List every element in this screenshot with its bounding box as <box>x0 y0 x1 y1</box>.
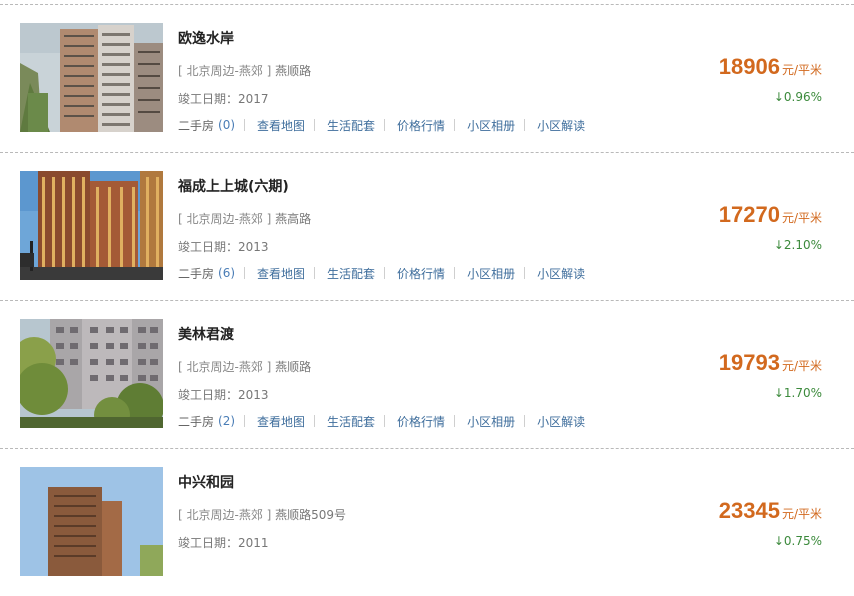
community-review-link[interactable]: 小区解读 <box>537 413 585 430</box>
community-name[interactable]: 欧逸水岸 <box>178 28 234 48</box>
price-unit: 元/平米 <box>781 211 822 225</box>
amenities-link[interactable]: 生活配套 <box>327 117 375 134</box>
community-photo[interactable] <box>20 467 163 576</box>
price-unit: 元/平米 <box>781 359 822 373</box>
view-map-link[interactable]: 查看地图 <box>257 413 305 430</box>
link-separator <box>384 119 386 131</box>
link-separator <box>524 267 526 279</box>
view-map-link[interactable]: 查看地图 <box>257 117 305 134</box>
link-separator <box>454 267 456 279</box>
completion-label: 竣工日期： <box>178 92 239 106</box>
community-name[interactable]: 中兴和园 <box>178 472 234 492</box>
address-label: 燕高路 <box>275 212 312 226</box>
price-trend-link[interactable]: 价格行情 <box>397 117 445 134</box>
action-links: 二手房 (2) 查看地图 生活配套 价格行情 小区相册 小区解读 <box>178 413 585 429</box>
photo-album-link[interactable]: 小区相册 <box>467 265 515 282</box>
second-hand-count[interactable]: (2) <box>218 414 235 428</box>
community-location: [ 北京周边-燕郊 ] 燕顺路 <box>178 358 311 375</box>
second-hand-link[interactable]: 二手房 <box>178 265 214 282</box>
link-separator <box>384 267 386 279</box>
photo-album-link[interactable]: 小区相册 <box>467 117 515 134</box>
community-name[interactable]: 福成上上城(六期) <box>178 176 289 196</box>
amenities-link[interactable]: 生活配套 <box>327 413 375 430</box>
community-name[interactable]: 美林君渡 <box>178 324 234 344</box>
address-label: 燕顺路 <box>275 64 312 78</box>
community-location: [ 北京周边-燕郊 ] 燕顺路 <box>178 62 311 79</box>
second-hand-link[interactable]: 二手房 <box>178 413 214 430</box>
action-links: 二手房 (0) 查看地图 生活配套 价格行情 小区相册 小区解读 <box>178 117 585 133</box>
link-separator <box>384 415 386 427</box>
completion-label: 竣工日期： <box>178 388 239 402</box>
link-separator <box>244 267 246 279</box>
link-separator <box>314 119 316 131</box>
price-value: 19793 <box>718 350 780 375</box>
action-links: 二手房 (6) 查看地图 生活配套 价格行情 小区相册 小区解读 <box>178 265 585 281</box>
district-label: [ 北京周边-燕郊 ] <box>178 360 272 374</box>
price-block: 17270 元/平米 <box>719 202 822 228</box>
completion-date: 竣工日期：2013 <box>178 238 269 255</box>
community-location: [ 北京周边-燕郊 ] 燕高路 <box>178 210 311 227</box>
link-separator <box>524 415 526 427</box>
price-change: ↓0.75% <box>773 534 822 548</box>
community-photo[interactable] <box>20 23 163 132</box>
second-hand-count[interactable]: (6) <box>218 266 235 280</box>
completion-year: 2013 <box>238 240 269 254</box>
price-trend-link[interactable]: 价格行情 <box>397 265 445 282</box>
community-photo[interactable] <box>20 171 163 280</box>
price-trend-link[interactable]: 价格行情 <box>397 413 445 430</box>
link-separator <box>524 119 526 131</box>
amenities-link[interactable]: 生活配套 <box>327 265 375 282</box>
price-block: 23345 元/平米 <box>719 498 822 524</box>
completion-year: 2013 <box>238 388 269 402</box>
community-review-link[interactable]: 小区解读 <box>537 117 585 134</box>
completion-label: 竣工日期： <box>178 240 239 254</box>
price-unit: 元/平米 <box>781 507 822 521</box>
price-block: 19793 元/平米 <box>719 350 822 376</box>
district-label: [ 北京周边-燕郊 ] <box>178 64 272 78</box>
completion-year: 2011 <box>238 536 269 550</box>
list-item: 中兴和园 [ 北京周边-燕郊 ] 燕顺路509号 竣工日期：2011 23345… <box>0 448 854 596</box>
price-unit: 元/平米 <box>781 63 822 77</box>
completion-date: 竣工日期：2011 <box>178 534 269 551</box>
list-item: 福成上上城(六期) [ 北京周边-燕郊 ] 燕高路 竣工日期：2013 二手房 … <box>0 152 854 300</box>
link-separator <box>244 119 246 131</box>
address-label: 燕顺路 <box>275 360 312 374</box>
link-separator <box>314 267 316 279</box>
price-change: ↓2.10% <box>773 238 822 252</box>
view-map-link[interactable]: 查看地图 <box>257 265 305 282</box>
price-change: ↓1.70% <box>773 386 822 400</box>
price-value: 18906 <box>718 54 780 79</box>
completion-year: 2017 <box>238 92 269 106</box>
district-label: [ 北京周边-燕郊 ] <box>178 508 272 522</box>
price-value: 17270 <box>718 202 780 227</box>
price-value: 23345 <box>718 498 780 523</box>
community-photo[interactable] <box>20 319 163 428</box>
price-block: 18906 元/平米 <box>719 54 822 80</box>
second-hand-link[interactable]: 二手房 <box>178 117 214 134</box>
photo-album-link[interactable]: 小区相册 <box>467 413 515 430</box>
link-separator <box>454 119 456 131</box>
completion-date: 竣工日期：2013 <box>178 386 269 403</box>
community-location: [ 北京周边-燕郊 ] 燕顺路509号 <box>178 506 346 523</box>
address-label: 燕顺路509号 <box>275 508 347 522</box>
community-review-link[interactable]: 小区解读 <box>537 265 585 282</box>
link-separator <box>314 415 316 427</box>
list-item: 欧逸水岸 [ 北京周边-燕郊 ] 燕顺路 竣工日期：2017 二手房 (0) 查… <box>0 4 854 152</box>
district-label: [ 北京周边-燕郊 ] <box>178 212 272 226</box>
completion-label: 竣工日期： <box>178 536 239 550</box>
completion-date: 竣工日期：2017 <box>178 90 269 107</box>
price-change: ↓0.96% <box>773 90 822 104</box>
link-separator <box>454 415 456 427</box>
second-hand-count[interactable]: (0) <box>218 118 235 132</box>
link-separator <box>244 415 246 427</box>
list-item: 美林君渡 [ 北京周边-燕郊 ] 燕顺路 竣工日期：2013 二手房 (2) 查… <box>0 300 854 448</box>
